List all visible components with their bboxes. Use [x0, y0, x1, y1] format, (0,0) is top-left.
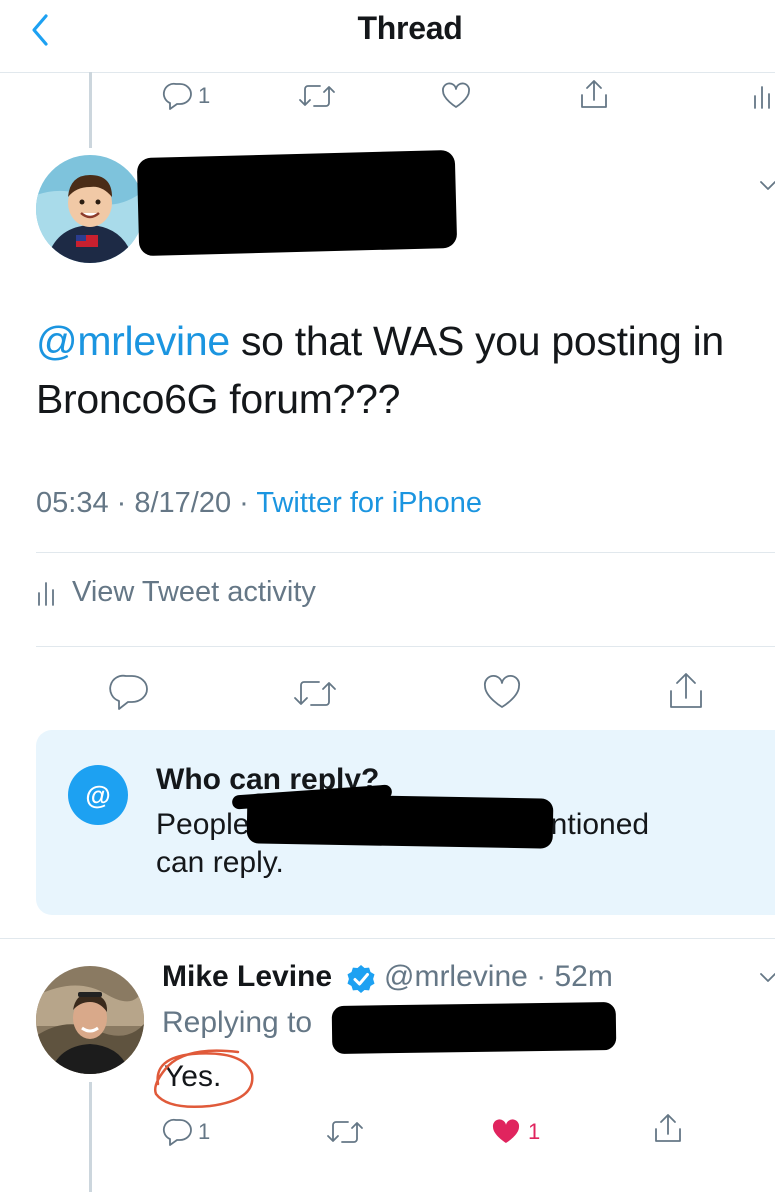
who-can-reply-line1-start: People	[156, 808, 250, 841]
replying-to-label: Replying to	[162, 1006, 313, 1039]
avatar-image	[36, 966, 144, 1074]
reply-action[interactable]	[108, 672, 150, 712]
activity-label: View Tweet activity	[72, 576, 316, 608]
like-action[interactable]: 1	[490, 1116, 540, 1148]
retweet-action[interactable]	[326, 1116, 364, 1148]
mention-link[interactable]: @mrlevine	[36, 318, 230, 364]
tweet-timestamp: 05:34 · 8/17/20 ·	[36, 487, 257, 519]
retweet-action[interactable]	[298, 80, 336, 112]
reply-count: 1	[198, 83, 211, 108]
annotation-circle	[148, 1044, 258, 1114]
tweet-meta: 05:34 · 8/17/20 · Twitter for iPhone	[36, 487, 482, 520]
share-icon	[581, 80, 607, 108]
share-icon	[670, 673, 702, 708]
author-avatar[interactable]	[36, 155, 144, 263]
share-action[interactable]	[666, 670, 706, 712]
retweet-icon	[327, 1121, 363, 1143]
heart-filled-icon	[492, 1119, 520, 1143]
mention-badge-icon: @	[68, 765, 128, 825]
divider	[0, 938, 775, 939]
retweet-action[interactable]	[292, 674, 338, 712]
reply-author-name[interactable]: Mike Levine	[162, 960, 332, 994]
redaction-author-name	[136, 149, 458, 257]
comment-icon	[109, 674, 148, 710]
like-action[interactable]	[481, 672, 523, 712]
tweet-text: @mrlevine so that WAS you posting in Bro…	[36, 312, 775, 428]
thread-line	[89, 1082, 92, 1192]
verified-badge-icon	[346, 964, 376, 994]
who-can-reply-line2: can reply.	[156, 846, 284, 879]
retweet-icon	[299, 85, 335, 107]
view-tweet-activity[interactable]: View Tweet activity	[36, 576, 316, 609]
share-icon	[655, 1114, 681, 1142]
heart-icon	[442, 82, 470, 108]
like-action[interactable]	[440, 80, 472, 112]
bar-chart-icon	[38, 581, 54, 606]
divider	[36, 646, 775, 647]
reply-action[interactable]: 1	[162, 1116, 210, 1148]
chevron-down-icon	[760, 181, 775, 190]
bar-chart-icon	[754, 86, 770, 109]
comment-icon	[162, 1118, 192, 1146]
reply-author-avatar[interactable]	[36, 966, 144, 1074]
chevron-down-icon	[760, 973, 775, 982]
reply-handle-time: @mrlevine · 52m	[384, 960, 613, 993]
thread-line	[89, 72, 92, 148]
avatar-image	[36, 155, 144, 263]
page-title: Thread	[357, 10, 463, 46]
share-action[interactable]	[578, 78, 610, 112]
divider	[36, 552, 775, 553]
like-count: 1	[528, 1119, 541, 1144]
reply-action[interactable]: 1	[162, 80, 210, 112]
comment-icon	[162, 82, 192, 110]
caret-button[interactable]	[758, 970, 775, 986]
redaction-replying-to	[331, 1002, 617, 1054]
caret-button[interactable]	[758, 178, 775, 194]
retweet-icon	[294, 681, 336, 706]
tweet-activity-icon[interactable]	[752, 84, 774, 110]
share-action[interactable]	[652, 1112, 684, 1146]
heart-icon	[484, 675, 520, 708]
reply-count: 1	[198, 1119, 211, 1144]
tweet-source-link[interactable]: Twitter for iPhone	[256, 487, 482, 519]
